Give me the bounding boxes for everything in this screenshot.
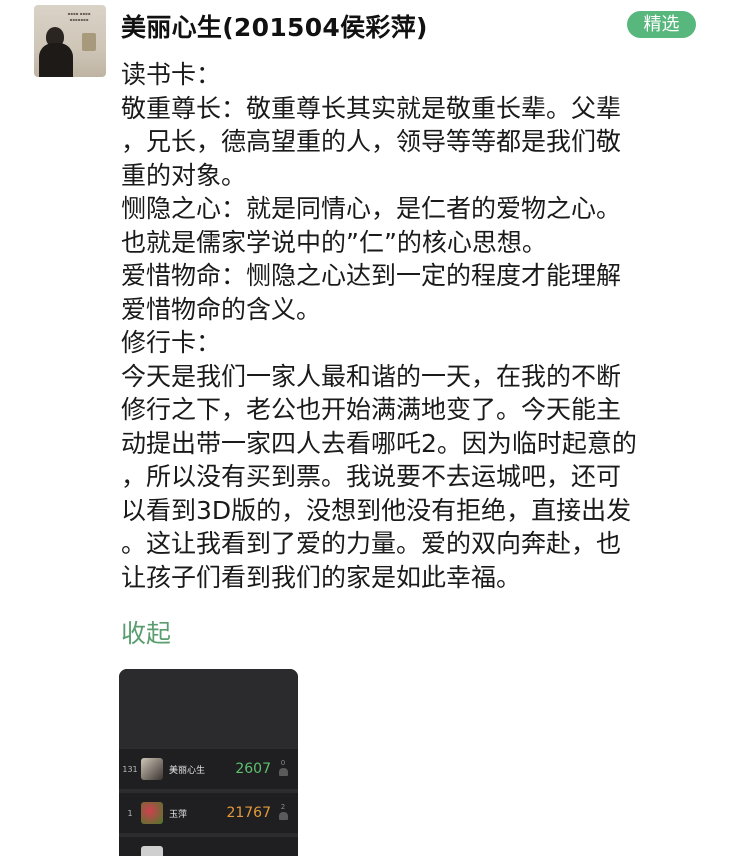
content-line: ，兄长，德高望重的人，领导等等都是我们敬 [121,127,622,156]
heart-icon [278,768,288,776]
content-line: 。这让我看到了爱的力量。爱的双向奔赴，也 [121,529,622,558]
ranking-steps: 21767 [226,805,271,821]
ranking-avatar [141,846,163,856]
ranking-card-image[interactable]: 131 美丽心生 2607 0 1 玉萍 21767 2 [119,669,298,856]
avatar-caption-decoration: ▪▪▪▪ ▪▪▪▪ ▪▪▪▪▪▪▪ [67,11,91,22]
featured-badge: 精选 [627,11,696,38]
post-content: 读书卡： 敬重尊长：敬重尊长其实就是敬重长辈。父辈 ，兄长，德高望重的人，领导等… [121,58,691,594]
content-line: 爱惜物命：恻隐之心达到一定的程度才能理解 [121,261,622,290]
ranking-like-count: 2 [280,803,286,811]
ranking-likes: 0 [271,759,295,779]
content-line: 以看到3D版的，没想到他没有拒绝，直接出发 [121,495,632,525]
ranking-steps: 2607 [235,761,271,777]
content-line: 读书卡： [121,60,222,89]
ranking-row-partial [119,837,298,856]
content-line: 修行之下，老公也开始满满地变了。今天能主 [121,395,622,424]
author-avatar[interactable]: ▪▪▪▪ ▪▪▪▪ ▪▪▪▪▪▪▪ [34,5,106,77]
content-line: 动提出带一家四人去看哪吒2。因为临时起意的 [121,428,637,458]
content-line: ，所以没有买到票。我说要不去运城吧，还可 [121,462,622,491]
ranking-position: 131 [122,764,138,774]
content-line: 今天是我们一家人最和谐的一天，在我的不断 [121,361,622,391]
author-name[interactable]: 美丽心生(201504侯彩萍) [121,8,428,44]
ranking-avatar [141,802,163,824]
ranking-row: 131 美丽心生 2607 0 [119,749,298,789]
ranking-likes: 2 [271,803,295,823]
content-line: 修行卡： [121,328,222,357]
ranking-card-header [119,669,298,747]
heart-icon [278,812,288,820]
content-line: 恻隐之心：就是同情心，是仁者的爱物之心。 [121,194,622,223]
avatar-seal-decoration [82,33,96,51]
avatar-figure-body [39,43,73,77]
ranking-username: 美丽心生 [169,765,206,776]
content-line: 也就是儒家学说中的”仁”的核心思想。 [121,227,547,257]
content-line: 让孩子们看到我们的家是如此幸福。 [121,562,522,592]
ranking-username: 玉萍 [169,809,188,820]
ranking-row: 1 玉萍 21767 2 [119,793,298,833]
ranking-position: 1 [127,808,133,818]
content-line: 敬重尊长：敬重尊长其实就是敬重长辈。父辈 [121,93,622,123]
ranking-avatar [141,758,163,780]
collapse-link[interactable]: 收起 [121,614,171,650]
content-line: 爱惜物命的含义。 [121,294,322,324]
ranking-like-count: 0 [280,759,286,767]
content-line: 重的对象。 [121,160,247,190]
